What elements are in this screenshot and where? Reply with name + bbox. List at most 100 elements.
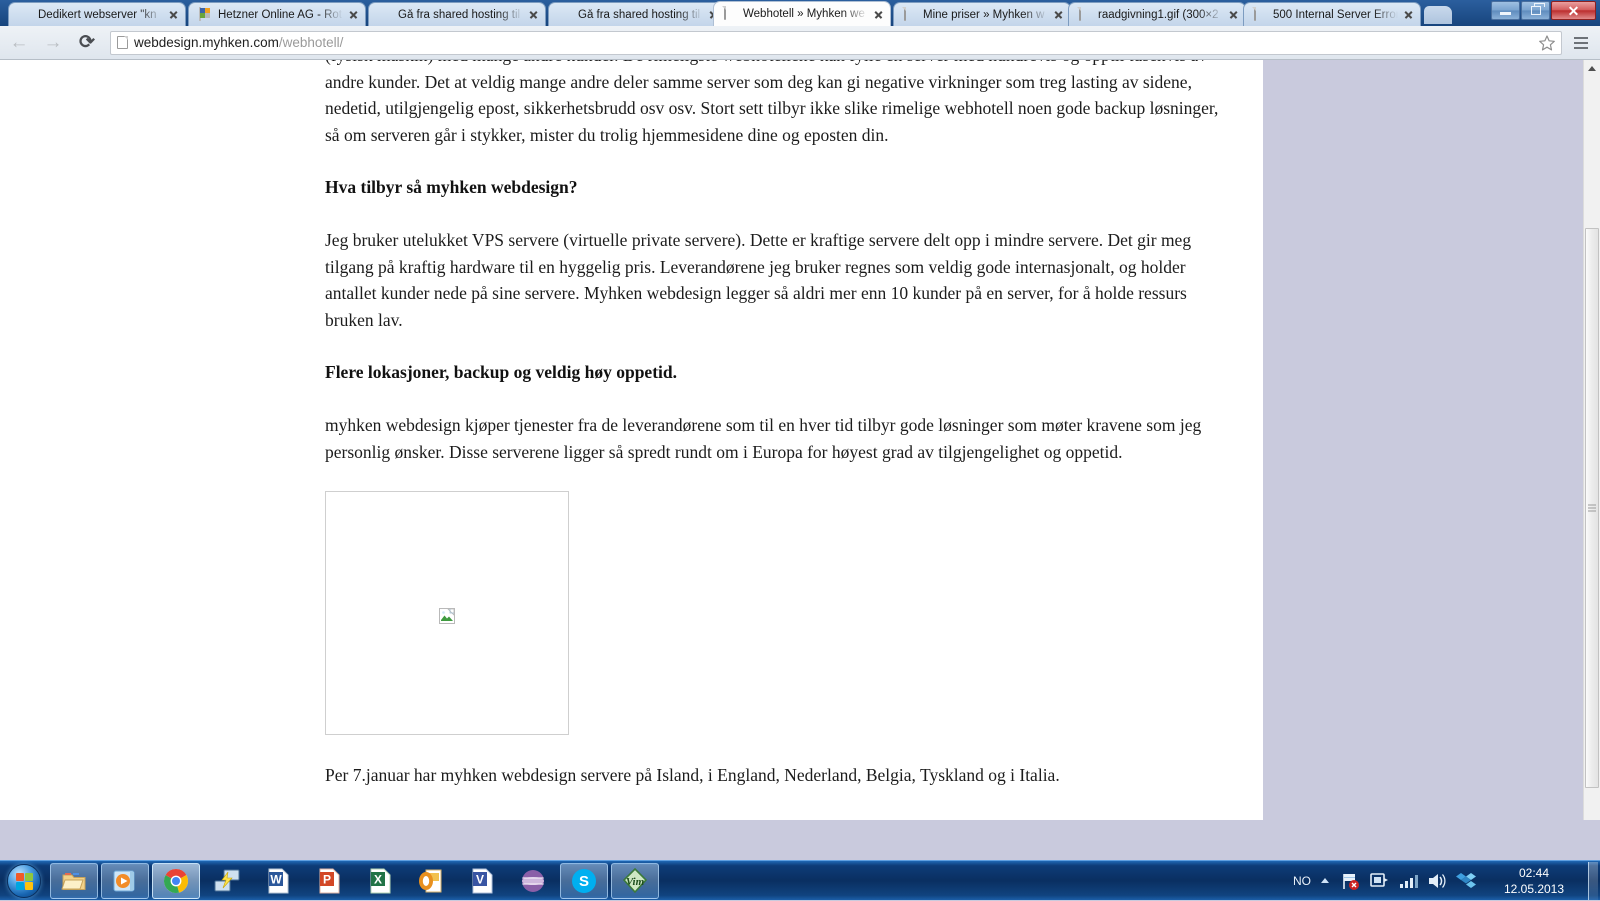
- tab-title: Dedikert webserver "kn: [38, 9, 163, 21]
- taskbar-item-microsoft-powerpoint[interactable]: P: [305, 863, 353, 899]
- page-icon: [1254, 8, 1268, 22]
- tab-title: raadgivning1.gif (300×2: [1098, 9, 1223, 21]
- hamburger-line: [1574, 47, 1588, 49]
- close-button[interactable]: ✕: [1551, 1, 1596, 20]
- skype-icon: S: [569, 866, 599, 896]
- taskbar-item-microsoft-word[interactable]: W: [254, 863, 302, 899]
- paragraph-vps: Jeg bruker utelukket VPS servere (virtue…: [325, 227, 1225, 333]
- taskbar-item-skype[interactable]: S: [560, 863, 608, 899]
- arrow-left-icon: ←: [10, 33, 29, 52]
- taskbar-item-microsoft-visio[interactable]: V: [458, 863, 506, 899]
- windows-media-player-icon: [110, 866, 140, 896]
- reload-button[interactable]: ⟳: [72, 28, 102, 58]
- url-text: webdesign.myhken.com/webhotell/: [134, 35, 1537, 50]
- system-tray: NO: [1293, 861, 1600, 901]
- tab-6[interactable]: raadgivning1.gif (300×2: [1068, 2, 1246, 26]
- language-indicator[interactable]: NO: [1293, 874, 1311, 888]
- tab-strip: Dedikert webserver "kn Hetzner Online AG…: [0, 0, 1600, 26]
- svg-text:Vim: Vim: [626, 876, 645, 888]
- tab-2[interactable]: Gå fra shared hosting til: [368, 2, 546, 26]
- url-domain: webdesign.myhken.com: [134, 35, 279, 50]
- bookmark-star-icon[interactable]: [1537, 33, 1557, 53]
- tab-4-active[interactable]: Webhotell » Myhken we: [713, 1, 891, 26]
- tab-close-icon[interactable]: [346, 7, 361, 22]
- page-icon: [904, 8, 918, 22]
- remote-desktop-icon: [212, 866, 242, 896]
- svg-text:V: V: [476, 872, 484, 886]
- svg-text:P: P: [323, 872, 331, 886]
- svg-text:X: X: [374, 872, 382, 886]
- page-icon: [724, 7, 738, 21]
- tab-title: Hetzner Online AG - Rot: [218, 9, 343, 21]
- vertical-scrollbar[interactable]: [1583, 60, 1600, 860]
- tab-title: Mine priser » Myhken w: [923, 9, 1048, 21]
- browser-toolbar: ← → ⟳ webdesign.myhken.com/webhotell/: [0, 26, 1600, 60]
- address-bar[interactable]: webdesign.myhken.com/webhotell/: [110, 31, 1562, 55]
- scrollbar-thumb[interactable]: [1585, 228, 1599, 788]
- action-center-flag-icon[interactable]: [1339, 870, 1361, 892]
- paragraph-intro: (fysisk maskin) med mange andre kunder. …: [325, 60, 1225, 148]
- tab-close-icon[interactable]: [1401, 7, 1416, 22]
- new-tab-button[interactable]: [1424, 6, 1452, 24]
- taskbar-item-microsoft-outlook[interactable]: [407, 863, 455, 899]
- svg-text:S: S: [579, 873, 589, 890]
- taskbar-item-windows-explorer[interactable]: [50, 863, 98, 899]
- dropbox-icon[interactable]: [1455, 870, 1477, 892]
- svg-text:W: W: [270, 872, 282, 886]
- microsoft-powerpoint-icon: P: [314, 866, 344, 896]
- google-chrome-icon: [161, 866, 191, 896]
- chrome-browser-window: Dedikert webserver "kn Hetzner Online AG…: [0, 0, 1600, 860]
- page-info-icon[interactable]: [117, 36, 128, 49]
- tab-3[interactable]: Gå fra shared hosting til: [548, 2, 726, 26]
- taskbar-item-remote-desktop[interactable]: [203, 863, 251, 899]
- forward-button[interactable]: →: [38, 28, 68, 58]
- windows-taskbar: W P X: [0, 860, 1600, 900]
- hamburger-line: [1574, 42, 1588, 44]
- tab-0[interactable]: Dedikert webserver "kn: [8, 2, 186, 26]
- volume-speaker-icon[interactable]: [1426, 870, 1448, 892]
- taskbar-item-microsoft-excel[interactable]: X: [356, 863, 404, 899]
- tab-title: Gå fra shared hosting til: [398, 9, 523, 21]
- microsoft-word-icon: W: [263, 866, 293, 896]
- clock-time: 02:44: [1488, 865, 1580, 881]
- tab-close-icon[interactable]: [871, 7, 886, 22]
- blue-document-icon: [19, 8, 33, 22]
- back-button[interactable]: ←: [4, 28, 34, 58]
- windows-explorer-icon: [59, 866, 89, 896]
- tab-title: 500 Internal Server Error: [1273, 9, 1398, 21]
- broken-image-icon: [439, 605, 455, 621]
- taskbar-item-vim[interactable]: Vim: [611, 863, 659, 899]
- chrome-menu-button[interactable]: [1568, 30, 1594, 56]
- tab-close-icon[interactable]: [1226, 7, 1241, 22]
- show-desktop-button[interactable]: [1588, 862, 1598, 900]
- network-device-icon[interactable]: [1368, 870, 1390, 892]
- reload-icon: ⟳: [79, 33, 95, 52]
- paragraph-lokasjoner: myhken webdesign kjøper tjenester fra de…: [325, 412, 1225, 465]
- close-icon: ✕: [1568, 4, 1580, 18]
- signal-bars-icon[interactable]: [1397, 870, 1419, 892]
- taskbar-item-google-chrome[interactable]: [152, 863, 200, 899]
- show-hidden-icons-button[interactable]: [1321, 878, 1329, 883]
- clock-date: 12.05.2013: [1488, 881, 1580, 897]
- scroll-up-arrow[interactable]: [1584, 60, 1600, 77]
- tab-close-icon[interactable]: [166, 7, 181, 22]
- start-button[interactable]: [1, 862, 47, 900]
- taskbar-item-thunderbird[interactable]: [509, 863, 557, 899]
- heading-flere-lokasjoner: Flere lokasjoner, backup og veldig høy o…: [325, 359, 1225, 386]
- taskbar-item-media-player[interactable]: [101, 863, 149, 899]
- maximize-button[interactable]: [1521, 1, 1550, 20]
- tab-close-icon[interactable]: [1051, 7, 1066, 22]
- desktop-background: [0, 820, 1600, 860]
- scrollbar-grip: [1588, 505, 1596, 512]
- tab-title: Gå fra shared hosting til: [578, 9, 703, 21]
- minimize-button[interactable]: [1491, 1, 1520, 20]
- tab-close-icon[interactable]: [526, 7, 541, 22]
- article-content: (fysisk maskin) med mange andre kunder. …: [325, 60, 1225, 860]
- blue-document-icon: [559, 8, 573, 22]
- taskbar-clock[interactable]: 02:44 12.05.2013: [1488, 865, 1580, 897]
- tab-7[interactable]: 500 Internal Server Error: [1243, 2, 1421, 26]
- tab-1[interactable]: Hetzner Online AG - Rot: [188, 2, 366, 26]
- tab-5[interactable]: Mine priser » Myhken w: [893, 2, 1071, 26]
- window-controls: ✕: [1491, 1, 1596, 20]
- colored-squares-icon: [199, 8, 213, 22]
